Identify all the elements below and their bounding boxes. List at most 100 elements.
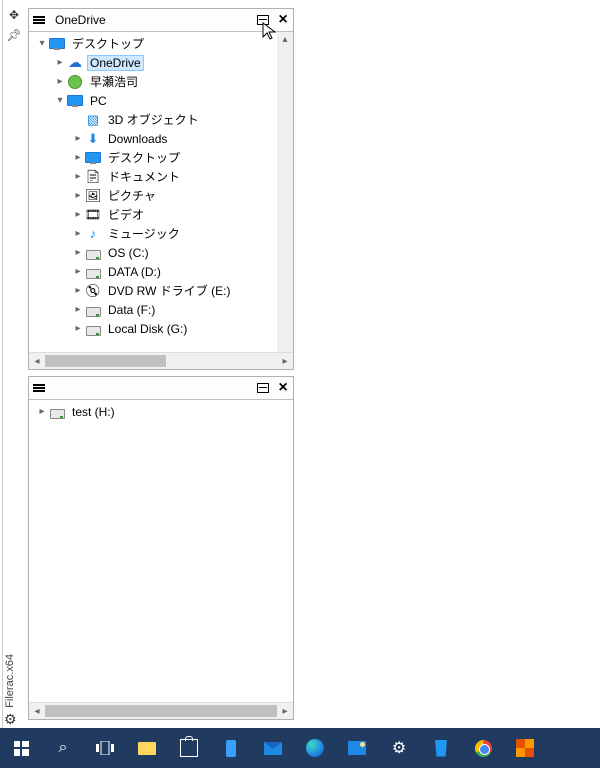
scroll-up-arrow[interactable]: ▴ — [277, 32, 293, 48]
taskbar-edge[interactable] — [294, 728, 336, 768]
tree-item-label: Local Disk (G:) — [105, 321, 190, 337]
settings-gear-icon[interactable]: ⚙ — [4, 711, 17, 728]
tree-toggle[interactable]: ▸ — [71, 323, 85, 334]
photos-icon — [348, 741, 366, 755]
tree-item-label: OneDrive — [87, 55, 144, 71]
taskbar-settings[interactable]: ⚙ — [378, 728, 420, 768]
documents-icon: 📄︎ — [85, 169, 101, 185]
phone-icon — [226, 740, 236, 757]
desktop-icon — [49, 36, 65, 52]
drive-icon — [85, 321, 101, 337]
close-icon: × — [278, 12, 287, 28]
tree-toggle[interactable]: ▾ — [53, 95, 67, 106]
top-pane-menu-button[interactable] — [29, 10, 49, 30]
scroll-right-arrow[interactable]: ▸ — [277, 356, 293, 367]
top-vertical-scrollbar[interactable]: ▴ — [277, 32, 293, 352]
tree-toggle[interactable]: ▸ — [71, 285, 85, 296]
music-icon: ♪ — [85, 226, 101, 242]
tree-item-label: デスクトップ — [105, 148, 183, 167]
taskbar-photos[interactable] — [336, 728, 378, 768]
tree-toggle[interactable]: ▾ — [35, 38, 49, 49]
mail-icon — [264, 742, 282, 755]
tree-item[interactable]: ▾デスクトップ — [29, 34, 293, 53]
bottom-horizontal-scrollbar[interactable]: ◂ ▸ — [29, 702, 293, 719]
bottom-folder-tree[interactable]: ▸test (H:) — [29, 400, 293, 702]
tree-item[interactable]: ▸ Local Disk (G:) — [29, 319, 293, 338]
taskbar-taskview-button[interactable] — [84, 728, 126, 768]
taskbar-mail[interactable] — [252, 728, 294, 768]
top-folder-tree[interactable]: ▴ ▾デスクトップ▸☁OneDrive▸早瀬浩司▾PC▧3D オブジェクト▸⬇D… — [29, 32, 293, 352]
taskbar-store[interactable] — [168, 728, 210, 768]
scroll-left-arrow[interactable]: ◂ — [29, 356, 45, 367]
tree-toggle[interactable]: ▸ — [71, 266, 85, 277]
bottom-pane-header: × — [29, 377, 293, 400]
top-horizontal-scrollbar[interactable]: ◂ ▸ — [29, 352, 293, 369]
pc-icon — [67, 93, 83, 109]
minimize-box-icon — [257, 383, 269, 393]
tree-item-label: Data (F:) — [105, 302, 158, 318]
tree-item-label: ピクチャ — [105, 186, 159, 205]
top-pane-minimize-button[interactable] — [253, 10, 273, 30]
top-folder-pane: OneDrive × ▴ ▾デスクトップ▸☁OneDrive▸早瀬浩司▾PC▧3… — [28, 8, 294, 370]
videos-icon: 🎞︎ — [85, 207, 101, 223]
windows-logo-icon — [14, 741, 29, 756]
tree-item[interactable]: ▸♪ミュージック — [29, 224, 293, 243]
move-handle-icon[interactable]: ✥ — [7, 8, 21, 22]
taskbar-explorer[interactable] — [126, 728, 168, 768]
top-pane-title: OneDrive — [49, 13, 253, 27]
taskbar-recycle[interactable] — [420, 728, 462, 768]
tree-toggle[interactable]: ▸ — [35, 406, 49, 417]
search-icon: ⌕ — [59, 739, 68, 757]
tree-toggle[interactable]: ▸ — [71, 228, 85, 239]
tree-item[interactable]: ▸🎞︎ビデオ — [29, 205, 293, 224]
tree-item[interactable]: ▸🖼︎ピクチャ — [29, 186, 293, 205]
bottom-pane-close-button[interactable]: × — [273, 378, 293, 398]
taskbar-phone[interactable] — [210, 728, 252, 768]
tree-item-label: ドキュメント — [105, 167, 183, 186]
tree-toggle[interactable]: ▸ — [71, 133, 85, 144]
recycle-bin-icon — [434, 740, 449, 757]
tree-item[interactable]: ▸ OS (C:) — [29, 243, 293, 262]
tree-item-label: ビデオ — [105, 205, 147, 224]
tree-item-label: OS (C:) — [105, 245, 152, 261]
tree-item[interactable]: ▸ DATA (D:) — [29, 262, 293, 281]
tree-item[interactable]: ▸📄︎ドキュメント — [29, 167, 293, 186]
tree-item[interactable]: ▸☁OneDrive — [29, 53, 293, 72]
cloud-icon: ☁ — [67, 55, 83, 71]
taskbar-chrome[interactable] — [462, 728, 504, 768]
start-button[interactable] — [0, 728, 42, 768]
bottom-pane-minimize-button[interactable] — [253, 378, 273, 398]
tree-toggle[interactable]: ▸ — [71, 171, 85, 182]
tree-item[interactable]: ▸ Data (F:) — [29, 300, 293, 319]
tree-item[interactable]: ▧3D オブジェクト — [29, 110, 293, 129]
tree-toggle[interactable]: ▸ — [71, 190, 85, 201]
scroll-left-arrow[interactable]: ◂ — [29, 706, 45, 717]
bottom-pane-menu-button[interactable] — [29, 378, 49, 398]
taskview-icon — [96, 741, 114, 755]
desktop-icon — [85, 150, 101, 166]
pin-icon[interactable]: 📌︎ — [7, 28, 21, 42]
tree-toggle[interactable]: ▸ — [71, 152, 85, 163]
taskbar-search-button[interactable]: ⌕ — [42, 728, 84, 768]
drive-icon — [49, 404, 65, 420]
tree-item[interactable]: ▸💿︎DVD RW ドライブ (E:) — [29, 281, 293, 300]
tree-item[interactable]: ▸test (H:) — [29, 402, 293, 421]
tree-toggle[interactable]: ▸ — [53, 76, 67, 87]
tree-item[interactable]: ▸⬇Downloads — [29, 129, 293, 148]
tree-item[interactable]: ▸ デスクトップ — [29, 148, 293, 167]
scroll-right-arrow[interactable]: ▸ — [277, 706, 293, 717]
tree-toggle[interactable]: ▸ — [71, 247, 85, 258]
minimize-box-icon — [257, 15, 269, 25]
tree-toggle[interactable]: ▸ — [71, 304, 85, 315]
tree-toggle[interactable]: ▸ — [71, 209, 85, 220]
bottom-folder-pane: × ▸test (H:) ◂ ▸ — [28, 376, 294, 720]
tree-item-label: 3D オブジェクト — [105, 110, 202, 129]
tree-item[interactable]: ▸早瀬浩司 — [29, 72, 293, 91]
tree-item-label: DATA (D:) — [105, 264, 164, 280]
tree-toggle[interactable]: ▸ — [53, 57, 67, 68]
top-pane-close-button[interactable]: × — [273, 10, 293, 30]
tree-item[interactable]: ▾PC — [29, 91, 293, 110]
store-icon — [180, 739, 198, 757]
taskbar-app-pix[interactable] — [504, 728, 546, 768]
tree-item-label: ミュージック — [105, 224, 183, 243]
